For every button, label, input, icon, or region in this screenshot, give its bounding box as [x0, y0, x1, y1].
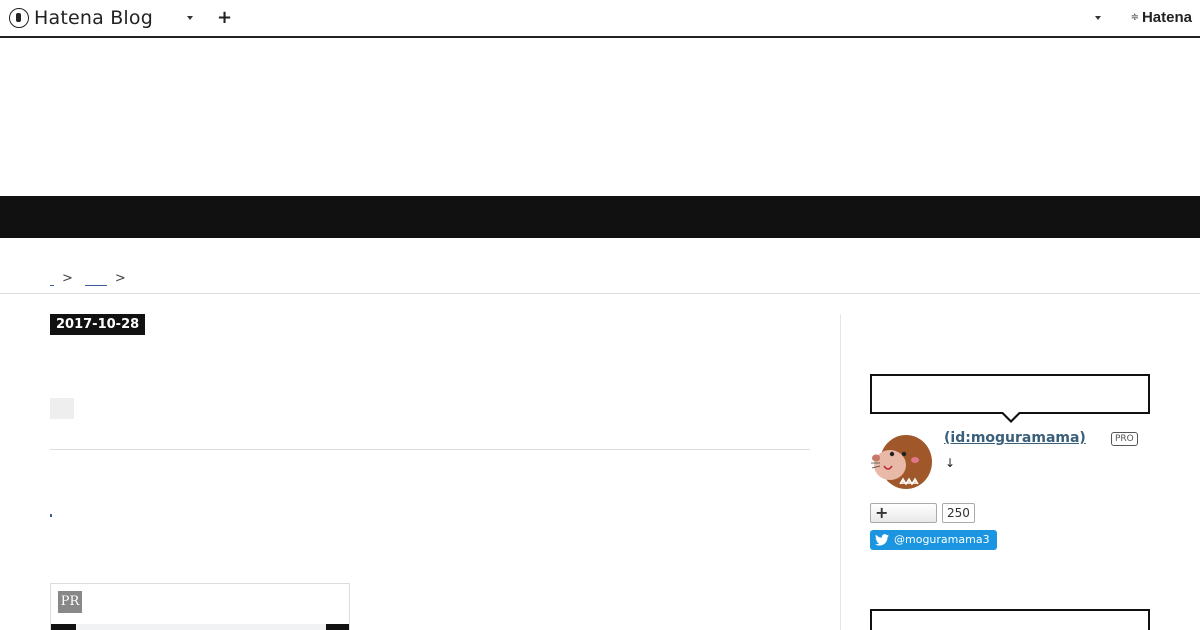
twitter-bird-icon [875, 534, 889, 546]
entry-date[interactable]: 2017-10-28 [50, 314, 146, 335]
avatar-mole-icon[interactable] [870, 432, 934, 490]
divider [0, 293, 1200, 294]
category-tag[interactable] [50, 398, 74, 419]
plus-icon[interactable]: + [217, 7, 232, 28]
breadcrumb: > > [50, 271, 134, 286]
hatena-label: Hatena [1141, 9, 1192, 26]
subscriber-count: 250 [942, 503, 975, 523]
plus-icon: + [875, 503, 889, 522]
pr-badge: PR [58, 591, 82, 613]
pro-badge: PRO [1111, 432, 1138, 446]
sidebar-profile-heading [870, 374, 1150, 423]
subscribe-button[interactable]: + [870, 503, 937, 523]
blog-navigation-band [0, 196, 1200, 238]
breadcrumb-category-link[interactable] [84, 272, 107, 286]
chevron-down-icon[interactable] [187, 16, 193, 20]
brand-title: Hatena Blog [34, 7, 153, 29]
sidebar-divider [840, 314, 841, 630]
breadcrumb-separator: > [62, 271, 73, 286]
breadcrumb-separator: > [114, 271, 126, 286]
hatena-blog-logo[interactable]: Hatena Blog [9, 6, 153, 30]
profile-name-link[interactable]: (id:moguramama) [944, 430, 1086, 446]
hatena-blog-icon [9, 8, 29, 28]
divider [50, 449, 810, 450]
twitter-handle: @moguramama3 [894, 533, 990, 546]
hatena-icon: ≑ [1130, 12, 1139, 23]
heading-tail-inner [1003, 412, 1019, 420]
global-header: Hatena Blog + ≑ Hatena [0, 0, 1200, 38]
entry-link[interactable] [50, 514, 52, 517]
sidebar-section-heading [870, 609, 1150, 630]
menu-chevron-down-icon[interactable] [1095, 16, 1101, 20]
twitter-follow-button[interactable]: @moguramama3 [870, 530, 997, 550]
ad-unit[interactable]: PR [50, 583, 350, 630]
ad-image[interactable] [51, 624, 349, 630]
breadcrumb-home-link[interactable] [50, 272, 54, 286]
hatena-account-logo[interactable]: ≑ Hatena [1131, 9, 1192, 26]
profile-description: ↓ [945, 456, 956, 470]
